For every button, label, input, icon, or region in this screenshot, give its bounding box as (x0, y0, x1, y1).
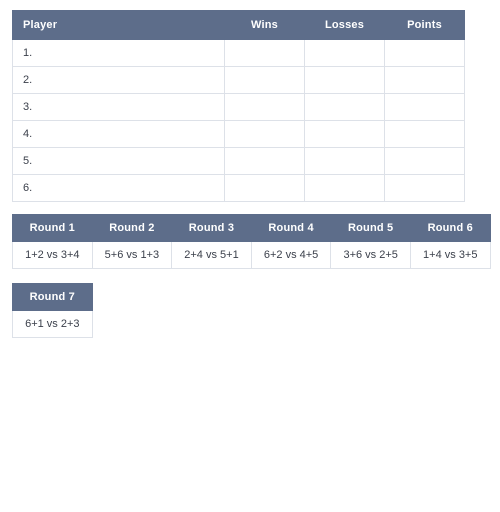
cell-match-round-7[interactable]: 6+1 vs 2+3 (12, 310, 93, 338)
rounds-last-body: 6+1 vs 2+3 (12, 310, 93, 338)
cell-match-round-2[interactable]: 5+6 vs 1+3 (91, 241, 173, 269)
standings-header-row: Player Wins Losses Points (12, 10, 465, 40)
cell-player[interactable]: 6. (12, 174, 225, 202)
column-header-round-5: Round 5 (330, 214, 411, 242)
standings-table: Player Wins Losses Points 1. 2. 3. 4. 5.… (12, 10, 465, 202)
cell-match-round-1[interactable]: 1+2 vs 3+4 (12, 241, 93, 269)
cell-wins[interactable] (224, 39, 305, 67)
cell-points[interactable] (384, 39, 465, 67)
standings-table-head: Player Wins Losses Points (12, 10, 465, 40)
cell-losses[interactable] (304, 120, 385, 148)
rounds-last-head: Round 7 (12, 283, 93, 311)
cell-player[interactable]: 5. (12, 147, 225, 175)
column-header-points: Points (384, 10, 465, 40)
cell-points[interactable] (384, 174, 465, 202)
cell-match-round-5[interactable]: 3+6 vs 2+5 (330, 241, 411, 269)
rounds-table-head: Round 1 Round 2 Round 3 Round 4 Round 5 … (12, 214, 491, 242)
cell-points[interactable] (384, 147, 465, 175)
cell-player[interactable]: 3. (12, 93, 225, 121)
column-header-wins: Wins (224, 10, 305, 40)
cell-points[interactable] (384, 66, 465, 94)
column-header-player: Player (12, 10, 225, 40)
rounds-header-row: Round 1 Round 2 Round 3 Round 4 Round 5 … (12, 214, 491, 242)
cell-losses[interactable] (304, 39, 385, 67)
cell-wins[interactable] (224, 147, 305, 175)
table-row: 1. (12, 39, 465, 67)
cell-points[interactable] (384, 120, 465, 148)
column-header-round-2: Round 2 (91, 214, 173, 242)
cell-losses[interactable] (304, 174, 385, 202)
cell-match-round-3[interactable]: 2+4 vs 5+1 (171, 241, 252, 269)
page-root: Player Wins Losses Points 1. 2. 3. 4. 5.… (0, 0, 500, 512)
cell-wins[interactable] (224, 66, 305, 94)
rounds-section: Round 1 Round 2 Round 3 Round 4 Round 5 … (12, 214, 491, 338)
table-row: 1+2 vs 3+4 5+6 vs 1+3 2+4 vs 5+1 6+2 vs … (12, 241, 491, 269)
column-header-losses: Losses (304, 10, 385, 40)
table-row: 4. (12, 120, 465, 148)
column-header-round-1: Round 1 (12, 214, 93, 242)
rounds-table-second: Round 7 6+1 vs 2+3 (12, 283, 93, 338)
table-row: 2. (12, 66, 465, 94)
cell-losses[interactable] (304, 66, 385, 94)
rounds-header-row: Round 7 (12, 283, 93, 311)
table-row: 6+1 vs 2+3 (12, 310, 93, 338)
cell-wins[interactable] (224, 120, 305, 148)
table-row: 6. (12, 174, 465, 202)
table-row: 5. (12, 147, 465, 175)
cell-points[interactable] (384, 93, 465, 121)
column-header-round-4: Round 4 (250, 214, 332, 242)
cell-player[interactable]: 1. (12, 39, 225, 67)
cell-player[interactable]: 4. (12, 120, 225, 148)
cell-losses[interactable] (304, 93, 385, 121)
column-header-round-7: Round 7 (12, 283, 93, 311)
column-header-round-6: Round 6 (409, 214, 491, 242)
cell-player[interactable]: 2. (12, 66, 225, 94)
standings-table-body: 1. 2. 3. 4. 5. 6. (12, 39, 465, 202)
cell-wins[interactable] (224, 93, 305, 121)
column-header-round-3: Round 3 (171, 214, 252, 242)
cell-losses[interactable] (304, 147, 385, 175)
rounds-table-body: 1+2 vs 3+4 5+6 vs 1+3 2+4 vs 5+1 6+2 vs … (12, 241, 491, 269)
cell-match-round-4[interactable]: 6+2 vs 4+5 (250, 241, 332, 269)
cell-wins[interactable] (224, 174, 305, 202)
cell-match-round-6[interactable]: 1+4 vs 3+5 (409, 241, 491, 269)
table-row: 3. (12, 93, 465, 121)
rounds-table-first: Round 1 Round 2 Round 3 Round 4 Round 5 … (12, 214, 491, 269)
